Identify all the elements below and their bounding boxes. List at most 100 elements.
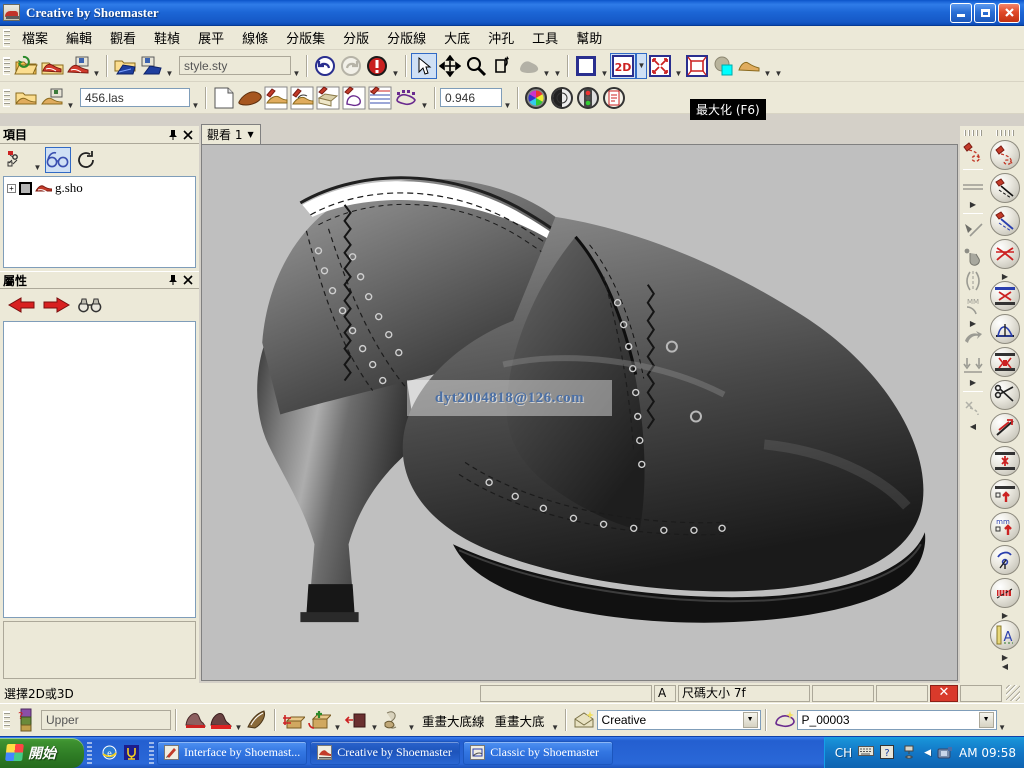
view-toolbar-more-arrow[interactable]: ▼	[773, 53, 784, 79]
minimize-button[interactable]	[950, 2, 972, 23]
view-more-arrow[interactable]: ▼	[552, 53, 563, 79]
open-style-icon[interactable]	[13, 53, 39, 79]
down-arrows-icon[interactable]	[961, 353, 985, 377]
right-inner-collapse-arrow[interactable]: ◀	[1002, 662, 1008, 671]
last-file-dropdown-arrow[interactable]: ▼	[65, 85, 76, 111]
taskbar-item-classic[interactable]: Classic by Shoemaster	[463, 740, 614, 765]
point-hand-icon[interactable]	[961, 244, 985, 268]
material-dropdown-arrow[interactable]: ▼	[369, 707, 380, 733]
pen-curve-icon[interactable]	[990, 140, 1020, 170]
filter-icon[interactable]	[4, 147, 30, 173]
2d-toggle-icon[interactable]: 2D	[610, 52, 636, 79]
menu-item-punch[interactable]: 沖孔	[479, 26, 523, 49]
tree-expand-toggle[interactable]: +	[7, 183, 16, 193]
ime-indicator[interactable]: CH	[835, 746, 852, 760]
right-inner-more-1-arrow[interactable]: ▶	[1002, 272, 1008, 281]
mm-up-icon[interactable]: mm	[990, 512, 1020, 542]
fit-dropdown-arrow[interactable]: ▼	[673, 53, 684, 79]
taskbar-clock[interactable]: AM 09:58	[959, 746, 1016, 760]
right-outer-more-1-arrow[interactable]: ▶	[970, 200, 976, 209]
menu-item-last[interactable]: 鞋楨	[145, 26, 189, 49]
measure-arrow-icon[interactable]	[990, 413, 1020, 443]
toolbar-grip-2[interactable]	[3, 88, 10, 107]
menu-item-file[interactable]: 檔案	[13, 26, 57, 49]
shoe-style-dropdown-arrow[interactable]: ▼	[233, 707, 244, 733]
menu-item-tools[interactable]: 工具	[523, 26, 567, 49]
stop-icon[interactable]	[364, 53, 390, 79]
mirror-icon[interactable]	[961, 269, 985, 293]
maximize-button[interactable]	[974, 2, 996, 23]
glasses-icon[interactable]	[45, 147, 71, 173]
part-combo-more-arrow[interactable]: ▼	[997, 707, 1008, 733]
taskbar-item-interface[interactable]: Interface by Shoemast...	[157, 740, 308, 765]
text-label-icon[interactable]: A	[990, 620, 1020, 650]
close-button[interactable]	[998, 2, 1020, 23]
forward-arrow-icon[interactable]	[43, 297, 70, 313]
right-outer-more-3-arrow[interactable]: ▶	[970, 378, 976, 387]
refresh-icon[interactable]	[73, 147, 99, 173]
volume-icon[interactable]	[937, 745, 953, 761]
tree-visibility-checkbox[interactable]	[19, 181, 32, 195]
save-export-icon[interactable]	[138, 53, 164, 79]
part-combo[interactable]: P_00003 ▼	[796, 710, 997, 730]
shoe-view-icon[interactable]	[736, 53, 762, 79]
shoe-red-filled-icon[interactable]	[207, 707, 233, 733]
app-icon[interactable]	[123, 744, 140, 761]
last-pattern-icon[interactable]	[289, 85, 315, 111]
open-last-icon[interactable]	[13, 85, 39, 111]
part-combo-arrow[interactable]: ▼	[978, 712, 994, 728]
part-icon[interactable]	[771, 707, 797, 733]
keyboard-icon[interactable]	[858, 745, 875, 761]
outline-icon[interactable]	[393, 85, 419, 111]
redraw-sole-line-label[interactable]: 重畫大底線	[417, 711, 490, 730]
right-outer-more-2-arrow[interactable]: ▶	[970, 319, 976, 328]
menu-item-flatten[interactable]: 展平	[189, 26, 233, 49]
shade-icon[interactable]	[515, 53, 541, 79]
frame-icon[interactable]	[684, 53, 710, 79]
start-button[interactable]: 開始	[0, 737, 84, 768]
flatten-table-icon[interactable]	[990, 281, 1020, 311]
add-part-icon[interactable]	[306, 707, 332, 733]
status-cell-stop-indicator[interactable]	[930, 684, 958, 702]
right-outer-collapse-arrow[interactable]: ◀	[970, 422, 976, 431]
scissors-cross-icon[interactable]	[990, 239, 1020, 269]
menu-item-pattern[interactable]: 分版	[334, 26, 378, 49]
shade-part-icon[interactable]	[380, 707, 406, 733]
pattern-edit-icon[interactable]	[341, 85, 367, 111]
stretch-table-icon[interactable]	[990, 347, 1020, 377]
save-shoe-icon[interactable]	[65, 53, 91, 79]
sole-icon[interactable]	[237, 85, 263, 111]
help-icon[interactable]: ?	[880, 744, 896, 761]
grade-up-icon[interactable]	[990, 479, 1020, 509]
export-dropdown-arrow[interactable]: ▼	[164, 53, 175, 79]
slash-line-icon[interactable]	[961, 219, 985, 243]
binoculars-icon[interactable]	[78, 296, 102, 314]
redraw-sole-label[interactable]: 重畫大底	[490, 711, 550, 730]
model-combo-arrow[interactable]: ▼	[742, 712, 758, 728]
outline-dropdown-arrow[interactable]: ▼	[419, 85, 430, 111]
items-tree[interactable]: + g.sho	[3, 176, 196, 268]
bottom-toolbar-grip[interactable]	[3, 711, 10, 729]
shade-dropdown-arrow[interactable]: ▼	[541, 53, 552, 79]
menu-grip[interactable]	[3, 28, 10, 47]
shoe-file-dropdown-arrow[interactable]: ▼	[91, 53, 102, 79]
last-shape-icon[interactable]	[263, 85, 289, 111]
stop-dropdown-arrow[interactable]: ▼	[390, 53, 401, 79]
shade-part-dropdown-arrow[interactable]: ▼	[406, 707, 417, 733]
grade-pattern-icon[interactable]	[990, 578, 1020, 608]
chevron-down-icon[interactable]: ▼	[247, 130, 253, 139]
menu-item-help[interactable]: 幫助	[567, 26, 611, 49]
right-inner-more-3-arrow[interactable]: ▶	[1002, 653, 1008, 662]
shoe-red-icon[interactable]	[181, 707, 207, 733]
move-part-icon[interactable]	[280, 707, 306, 733]
mm-shape-icon[interactable]: MM	[961, 294, 985, 318]
rotate-point-icon[interactable]	[990, 545, 1020, 575]
box-icon[interactable]	[315, 85, 341, 111]
new-page-icon[interactable]	[211, 85, 237, 111]
rotate-icon[interactable]	[489, 53, 515, 79]
background-icon[interactable]	[573, 53, 599, 79]
open-shoe-icon[interactable]	[39, 53, 65, 79]
3d-viewport[interactable]: dyt2004818@126.com	[201, 144, 958, 681]
traffic-light-icon[interactable]	[575, 85, 601, 111]
tree-item-g-sho[interactable]: + g.sho	[7, 180, 192, 196]
